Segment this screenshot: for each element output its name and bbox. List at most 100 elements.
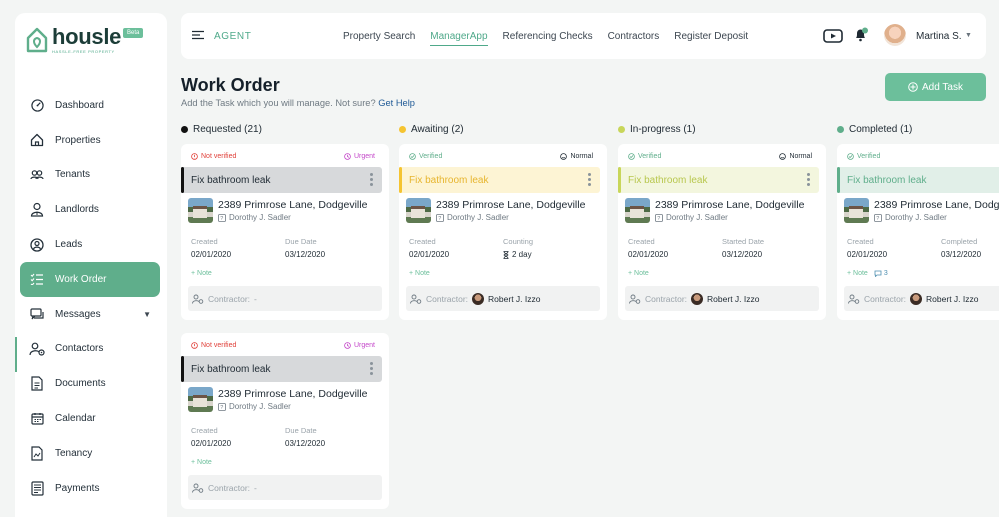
clock-icon bbox=[344, 153, 351, 160]
more-vertical-icon[interactable] bbox=[588, 173, 591, 186]
sidebar-item-label: Messages bbox=[55, 308, 101, 320]
verification-status: Verified bbox=[628, 153, 661, 160]
sidebar: housle HASSLE-FREE PROPERTY Beta Dashboa… bbox=[15, 13, 167, 517]
created-date: 02/01/2020 bbox=[847, 250, 888, 259]
contractor-field[interactable]: Contractor: Robert J. Izzo bbox=[406, 286, 600, 311]
property-address: 2389 Primrose Lane, Dodgeville bbox=[218, 388, 368, 400]
sidebar-item-calendar[interactable]: Calendar bbox=[20, 401, 160, 436]
contactors-icon bbox=[29, 341, 45, 357]
sidebar-item-work-order[interactable]: Work Order bbox=[20, 261, 160, 297]
contractor-field[interactable]: Contractor: Robert J. Izzo bbox=[625, 286, 819, 311]
sidebar-item-leads[interactable]: Leads bbox=[20, 227, 160, 262]
task-card[interactable]: Verified Normal Fix bathroom leak 2389 P… bbox=[399, 144, 607, 320]
priority-badge: Urgent bbox=[344, 153, 375, 160]
task-title-bar[interactable]: Fix bathroom leak bbox=[618, 167, 819, 193]
task-title-bar[interactable]: Fix bathroom leak bbox=[181, 167, 382, 193]
add-note-link[interactable]: + Note bbox=[409, 270, 430, 277]
menu-icon[interactable] bbox=[192, 30, 204, 40]
task-title: Fix bathroom leak bbox=[628, 174, 708, 186]
verification-status: Verified bbox=[409, 153, 442, 160]
sidebar-item-messages[interactable]: Messages ▼ bbox=[20, 297, 160, 332]
task-card[interactable]: Not verified Urgent Fix bathroom leak 23… bbox=[181, 144, 389, 320]
add-note-link[interactable]: + Note 3 bbox=[847, 270, 888, 277]
priority-badge: Urgent bbox=[344, 342, 375, 349]
created-label: Created bbox=[191, 426, 218, 435]
more-vertical-icon[interactable] bbox=[370, 173, 373, 186]
nav-property-search[interactable]: Property Search bbox=[343, 31, 415, 46]
contractor-name: - bbox=[254, 482, 257, 493]
sidebar-item-label: Leads bbox=[55, 239, 83, 251]
messages-icon bbox=[29, 306, 45, 322]
contractor-field[interactable]: Contractor: Robert J. Izzo bbox=[844, 286, 999, 311]
add-task-button[interactable]: Add Task bbox=[885, 73, 986, 101]
add-note-link[interactable]: + Note bbox=[191, 270, 212, 277]
task-card[interactable]: Verified Fix bathroom leak 2389 Primrose… bbox=[837, 144, 999, 320]
sidebar-item-label: Dashboard bbox=[55, 99, 104, 111]
sidebar-item-tenancy[interactable]: Tenancy bbox=[20, 436, 160, 471]
more-vertical-icon[interactable] bbox=[370, 362, 373, 375]
contractor-field[interactable]: Contractor: - bbox=[188, 475, 382, 500]
video-icon[interactable] bbox=[823, 29, 843, 43]
id-card-icon: ? bbox=[218, 402, 226, 411]
sidebar-item-payments[interactable]: Payments bbox=[20, 471, 160, 506]
task-card[interactable]: Verified Normal Fix bathroom leak 2389 P… bbox=[618, 144, 826, 320]
tenant-name: ? Dorothy J. Sadler bbox=[874, 213, 947, 222]
due-date-label: Due Date bbox=[285, 426, 317, 435]
status-dot bbox=[181, 126, 188, 133]
check-circle-icon bbox=[409, 153, 416, 160]
id-card-icon: ? bbox=[655, 213, 663, 222]
nav-referencing-checks[interactable]: Referencing Checks bbox=[503, 31, 593, 46]
contractor-icon bbox=[848, 294, 860, 304]
payments-icon bbox=[29, 480, 45, 496]
task-title-bar[interactable]: Fix bathroom leak bbox=[181, 356, 382, 382]
bell-icon[interactable] bbox=[853, 27, 869, 43]
leads-icon bbox=[29, 237, 45, 253]
task-title: Fix bathroom leak bbox=[191, 363, 271, 375]
tenants-icon bbox=[29, 167, 45, 183]
sidebar-item-label: Properties bbox=[55, 134, 101, 146]
dashboard-icon bbox=[29, 97, 45, 113]
nav-register-deposit[interactable]: Register Deposit bbox=[674, 31, 748, 46]
created-date: 02/01/2020 bbox=[628, 250, 669, 259]
tenant-name: ? Dorothy J. Sadler bbox=[436, 213, 509, 222]
add-note-link[interactable]: + Note bbox=[628, 270, 649, 277]
task-title-bar[interactable]: Fix bathroom leak bbox=[837, 167, 999, 193]
tenancy-icon bbox=[29, 445, 45, 461]
column-header-awaiting: Awaiting (2) bbox=[399, 124, 464, 135]
contractor-avatar bbox=[472, 292, 485, 305]
task-card[interactable]: Not verified Urgent Fix bathroom leak 23… bbox=[181, 333, 389, 509]
comments-count[interactable]: 3 bbox=[874, 270, 888, 277]
svg-text:?: ? bbox=[876, 216, 879, 222]
house-logo-icon bbox=[26, 27, 48, 53]
completed-date: 03/12/2020 bbox=[941, 250, 982, 259]
chevron-down-icon[interactable]: ▼ bbox=[965, 32, 972, 39]
user-name[interactable]: Martina S. bbox=[916, 31, 962, 42]
id-card-icon: ? bbox=[874, 213, 882, 222]
add-note-link[interactable]: + Note bbox=[191, 459, 212, 466]
sidebar-item-landlords[interactable]: Landlords bbox=[20, 192, 160, 227]
created-label: Created bbox=[191, 237, 218, 246]
property-address: 2389 Primrose Lane, Dodgeville bbox=[655, 199, 805, 211]
property-thumbnail bbox=[188, 387, 213, 412]
more-vertical-icon[interactable] bbox=[807, 173, 810, 186]
clock-icon bbox=[344, 342, 351, 349]
sidebar-nav: Dashboard Properties Tenants Landlords L… bbox=[15, 88, 160, 506]
user-avatar[interactable] bbox=[884, 24, 906, 46]
sidebar-item-contactors[interactable]: Contactors bbox=[20, 332, 160, 367]
top-nav: Property Search ManagerApp Referencing C… bbox=[343, 31, 748, 46]
status-dot bbox=[399, 126, 406, 133]
column-title: Completed (1) bbox=[849, 124, 913, 135]
sidebar-item-documents[interactable]: Documents bbox=[20, 366, 160, 401]
contractor-field[interactable]: Contractor: - bbox=[188, 286, 382, 311]
sidebar-item-properties[interactable]: Properties bbox=[20, 123, 160, 158]
task-title-bar[interactable]: Fix bathroom leak bbox=[399, 167, 600, 193]
chevron-down-icon[interactable]: ▼ bbox=[143, 310, 151, 319]
plus-circle-icon bbox=[908, 82, 918, 92]
nav-manager-app[interactable]: ManagerApp bbox=[430, 31, 488, 46]
sidebar-item-dashboard[interactable]: Dashboard bbox=[20, 88, 160, 123]
nav-contractors[interactable]: Contractors bbox=[608, 31, 660, 46]
get-help-link[interactable]: Get Help bbox=[378, 98, 415, 108]
sidebar-item-tenants[interactable]: Tenants bbox=[20, 158, 160, 193]
brand-logo[interactable]: housle HASSLE-FREE PROPERTY bbox=[26, 25, 121, 65]
property-address: 2389 Primrose Lane, Dodgeville bbox=[218, 199, 368, 211]
